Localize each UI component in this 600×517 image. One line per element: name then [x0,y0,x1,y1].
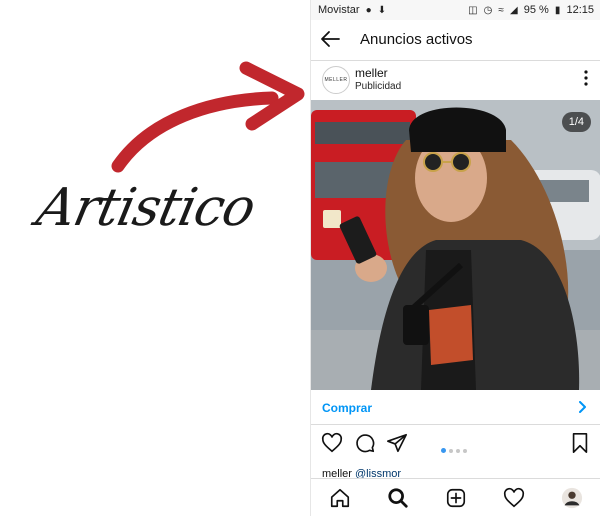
shop-cta-bar[interactable]: Comprar [311,390,600,425]
post-username[interactable]: meller [355,66,388,80]
bottom-tab-bar [311,478,600,517]
messenger-icon: ● [365,5,372,16]
carousel-dot-active [441,448,446,453]
decorative-overlay: Artistico [0,0,310,516]
wifi-icon: ≈ [498,5,504,16]
more-options-icon[interactable] [583,69,589,87]
image-counter: 1/4 [561,112,591,132]
page-title: Anuncios activos [360,31,473,48]
carousel-dot [449,449,453,453]
avatar[interactable]: MELLER [322,66,350,94]
status-bar: Movistar ● ⬇ ◫ ◷ ≈ ◢ 95 % ▮ 12:15 [311,0,600,20]
alarm-icon: ◷ [483,5,493,16]
signal-icon: ◢ [509,5,518,16]
arrow-left-icon[interactable] [319,28,341,50]
app-bar: Anuncios activos [311,20,600,61]
post-header: MELLER meller Publicidad [311,60,600,100]
battery-percent: 95 % [523,4,549,16]
search-icon[interactable] [387,487,409,509]
carousel-dot [456,449,460,453]
download-icon: ⬇ [377,5,387,16]
profile-avatar[interactable] [561,487,583,509]
sponsored-label: Publicidad [355,81,402,92]
new-post-icon[interactable] [445,487,467,509]
shop-button[interactable]: Comprar [322,401,372,415]
red-arrow-icon [111,61,305,173]
activity-heart-icon[interactable] [503,487,525,509]
vibrate-icon: ◫ [468,5,478,16]
post-actions [311,424,600,462]
chevron-right-icon[interactable] [579,401,587,413]
street-photo [311,100,600,390]
bookmark-icon[interactable] [569,432,591,454]
like-heart-icon[interactable] [321,432,343,454]
share-send-icon[interactable] [386,432,408,454]
phone-screen: Movistar ● ⬇ ◫ ◷ ≈ ◢ 95 % ▮ 12:15 Anunci… [310,0,600,517]
battery-icon: ▮ [554,5,561,16]
carousel-indicator [441,440,470,458]
comment-icon[interactable] [354,432,376,454]
post-image[interactable]: 1/4 [311,100,600,390]
clock: 12:15 [566,4,594,16]
carrier-name: Movistar [318,4,360,16]
handwritten-word: Artistico [31,178,260,238]
carousel-dot [463,449,467,453]
home-icon[interactable] [329,487,351,509]
